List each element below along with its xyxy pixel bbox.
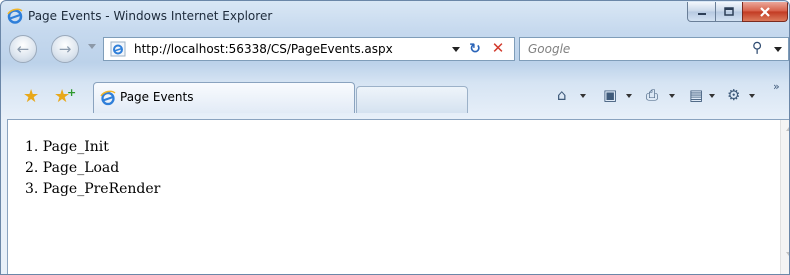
- tab-page-events[interactable]: Page Events: [93, 82, 355, 113]
- gear-icon[interactable]: ⚙: [727, 86, 740, 104]
- list-item: 1. Page_Init: [25, 139, 109, 155]
- scroll-up-icon[interactable]: [786, 127, 789, 131]
- feeds-dropdown-icon[interactable]: [626, 94, 632, 98]
- scroll-down-icon[interactable]: [786, 252, 789, 256]
- browser-window: Page Events - Windows Internet Explorer …: [0, 0, 790, 275]
- stop-icon: ✕: [491, 39, 505, 57]
- list-item: 2. Page_Load: [25, 160, 120, 176]
- ie-logo-icon: [7, 8, 23, 24]
- tools-dropdown-icon[interactable]: [749, 94, 755, 98]
- command-bar: ★ ★ + Page Events ⌂ ▣ ⎙ ▤ ⚙ »: [1, 78, 789, 118]
- page-content: 1. Page_Init 2. Page_Load 3. Page_PreRen…: [7, 119, 789, 274]
- address-url[interactable]: http://localhost:56338/CS/PageEvents.asp…: [134, 42, 393, 56]
- page-favicon-icon: [110, 41, 126, 57]
- page-icon[interactable]: ▤: [689, 86, 703, 104]
- search-placeholder[interactable]: Google: [528, 42, 570, 56]
- ie-tab-icon: [100, 90, 116, 106]
- event-list: 1. Page_Init 2. Page_Load 3. Page_PreRen…: [25, 137, 160, 200]
- forward-arrow-icon: →: [58, 40, 72, 58]
- refresh-icon: ↻: [469, 41, 481, 57]
- stop-button[interactable]: ✕: [489, 39, 507, 57]
- back-button[interactable]: ←: [9, 35, 37, 63]
- refresh-button[interactable]: ↻: [466, 40, 484, 58]
- back-arrow-icon: ←: [16, 40, 30, 58]
- close-button[interactable]: [742, 2, 788, 22]
- maximize-icon: [724, 6, 734, 16]
- close-icon: [760, 6, 770, 17]
- history-dropdown-icon[interactable]: [88, 44, 96, 49]
- add-plus-icon: +: [67, 86, 77, 99]
- navigation-bar: ← → http://localhost:56338/CS/PageEvents…: [1, 32, 789, 64]
- forward-button[interactable]: →: [51, 35, 79, 63]
- new-tab-button[interactable]: [356, 86, 468, 113]
- list-item: 3. Page_PreRender: [25, 181, 161, 197]
- window-title: Page Events - Windows Internet Explorer: [28, 9, 273, 23]
- maximize-button[interactable]: [715, 2, 743, 22]
- minimize-button[interactable]: [687, 2, 716, 22]
- search-options-dropdown-icon[interactable]: [774, 47, 782, 52]
- printer-icon[interactable]: ⎙: [646, 86, 658, 104]
- minimize-icon: [697, 12, 706, 15]
- home-dropdown-icon[interactable]: [580, 94, 586, 98]
- tab-label: Page Events: [120, 90, 194, 104]
- print-dropdown-icon[interactable]: [669, 94, 675, 98]
- page-dropdown-icon[interactable]: [709, 94, 715, 98]
- search-icon[interactable]: ⚲: [752, 40, 762, 56]
- home-icon[interactable]: ⌂: [557, 86, 567, 104]
- address-dropdown-icon[interactable]: [452, 47, 460, 52]
- chevron-more-icon[interactable]: »: [773, 80, 780, 93]
- title-bar: Page Events - Windows Internet Explorer: [1, 1, 789, 31]
- vertical-scrollbar[interactable]: [780, 120, 789, 274]
- search-box[interactable]: Google ⚲: [519, 37, 789, 61]
- rss-icon[interactable]: ▣: [603, 86, 617, 104]
- address-bar[interactable]: http://localhost:56338/CS/PageEvents.asp…: [103, 37, 515, 61]
- favorites-star-icon[interactable]: ★: [23, 86, 39, 107]
